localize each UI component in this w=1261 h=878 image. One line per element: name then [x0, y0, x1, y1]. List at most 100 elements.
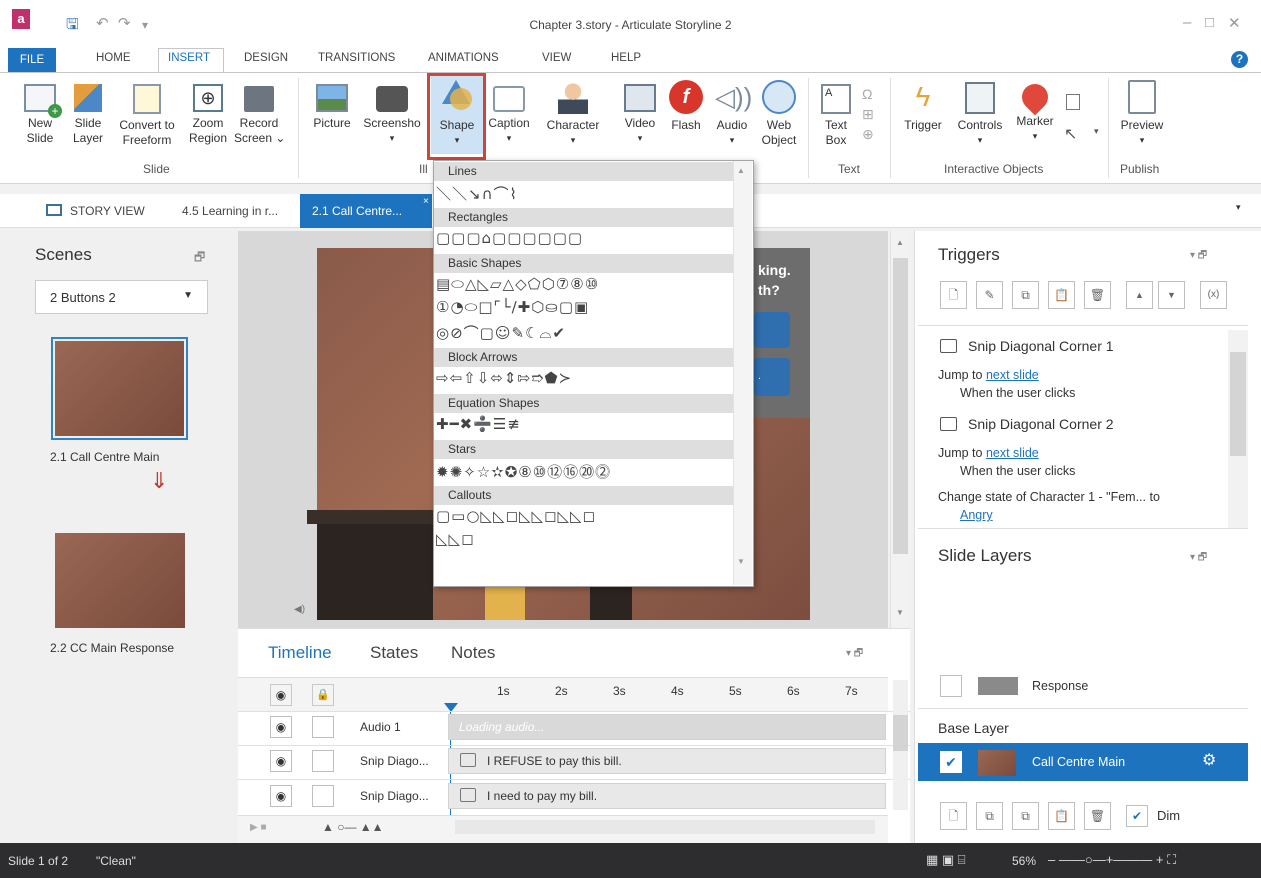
record-screen-button[interactable]: Record Screen ⌄	[234, 80, 285, 146]
tab-notes[interactable]: Notes	[451, 643, 495, 663]
equation-shapes-row[interactable]: ✚━✖➗☰≢	[436, 415, 521, 433]
layer-name[interactable]: Response	[1032, 679, 1088, 693]
convert-to-freeform-button[interactable]: Convert to Freeform	[114, 80, 180, 148]
row-name[interactable]: Snip Diago...	[360, 789, 429, 803]
gear-icon[interactable]: ⚙	[1202, 750, 1216, 770]
trigger-action[interactable]: Change state of Character 1 - "Fem... to	[938, 490, 1160, 504]
move-down-button[interactable]: ▼	[1158, 281, 1185, 309]
lock-toggle[interactable]	[312, 750, 334, 772]
controls-button[interactable]: Controls ▾	[950, 80, 1010, 148]
tab-overflow-icon[interactable]: ▾	[1236, 202, 1241, 213]
trigger-object-name[interactable]: Snip Diagonal Corner 1	[968, 338, 1114, 354]
copy-layer-button[interactable]: ⧉	[1012, 802, 1039, 830]
tab-insert[interactable]: INSERT	[168, 52, 210, 64]
scroll-up-icon[interactable]: ▲	[737, 166, 745, 175]
character-button[interactable]: Character ▾	[540, 80, 606, 148]
slide-button-1[interactable]	[754, 312, 790, 348]
slide-layer-button[interactable]: Slide Layer	[70, 80, 106, 146]
minimize-button[interactable]: –	[1183, 14, 1191, 31]
tab-file[interactable]: FILE	[8, 48, 56, 72]
audio-track[interactable]: Loading audio...	[448, 714, 886, 740]
panel-options-icon[interactable]: ▾ 🗗	[1190, 248, 1207, 265]
trigger-action[interactable]: Jump to next slide	[938, 368, 1039, 382]
lock-toggle[interactable]	[312, 785, 334, 807]
visibility-toggle[interactable]: ◉	[270, 750, 292, 772]
variables-button[interactable]: (x)	[1200, 281, 1227, 309]
tab-design[interactable]: DESIGN	[244, 52, 288, 64]
view-toggle-icons[interactable]: ▦ ▣ ⌸	[926, 852, 966, 868]
move-up-button[interactable]: ▲	[1126, 281, 1153, 309]
trigger-button[interactable]: ϟ Trigger	[898, 80, 948, 133]
delete-layer-button[interactable]: 🗑	[1084, 802, 1111, 830]
paste-layer-button[interactable]: 📋	[1048, 802, 1075, 830]
timeline-hscroll[interactable]	[455, 820, 875, 834]
text-box-button[interactable]: A Text Box	[816, 80, 856, 148]
base-layer-checkbox[interactable]: ✔	[940, 751, 962, 773]
visibility-toggle[interactable]: ◉	[270, 716, 292, 738]
new-layer-button[interactable]: 🗋	[940, 802, 967, 830]
play-icon[interactable]: ▶ ■	[250, 822, 267, 833]
copy-trigger-button[interactable]: ⧉	[1012, 281, 1039, 309]
scrollbar-thumb[interactable]	[893, 258, 908, 554]
tab-timeline[interactable]: Timeline	[268, 643, 332, 663]
help-icon[interactable]: ?	[1231, 51, 1248, 68]
more-dropdown-icon[interactable]: ▾	[1094, 126, 1099, 137]
close-button[interactable]: ✕	[1228, 14, 1241, 32]
marker-button[interactable]: Marker ▾	[1012, 78, 1058, 144]
new-trigger-button[interactable]: 🗋	[940, 281, 967, 309]
block-arrows-row[interactable]: ⇨⇦⇧⇩⬄⇕⇰➱⬟≻	[436, 369, 572, 387]
callouts-row[interactable]: ▢▭○◺◺◻◺◺◻◺◺◻	[436, 507, 596, 525]
dim-checkbox[interactable]: ✔	[1126, 805, 1148, 827]
edit-trigger-button[interactable]: ✎	[976, 281, 1003, 309]
scroll-down-icon[interactable]: ▼	[737, 557, 745, 566]
trigger-action[interactable]: Jump to next slide	[938, 446, 1039, 460]
trigger-object-name[interactable]: Snip Diagonal Corner 2	[968, 416, 1114, 432]
tab-animations[interactable]: ANIMATIONS	[428, 52, 499, 64]
scroll-up-icon[interactable]: ▲	[896, 238, 904, 247]
panel-options-icon[interactable]: ▾ 🗗	[1190, 550, 1207, 567]
lines-row[interactable]: ＼＼↘∩⌒⌇	[436, 183, 518, 204]
timeline-vscroll-thumb[interactable]	[893, 715, 908, 751]
duplicate-layer-button[interactable]: ⧉	[976, 802, 1003, 830]
tab-help[interactable]: HELP	[611, 52, 641, 64]
maximize-button[interactable]: □	[1205, 14, 1214, 31]
tab-states[interactable]: States	[370, 643, 418, 663]
lock-all-icon[interactable]: 🔒	[312, 684, 334, 706]
panel-options-icon[interactable]: ▾ 🗗	[846, 646, 863, 663]
symbol-icon[interactable]: Ω ⊞ ⊕	[862, 84, 874, 144]
visibility-toggle[interactable]: ◉	[270, 785, 292, 807]
new-slide-button[interactable]: + New Slide	[20, 80, 62, 146]
shape-track[interactable]: I REFUSE to pay this bill.	[448, 748, 886, 774]
scene-select[interactable]: 2 Buttons 2 ▼	[35, 280, 208, 314]
basic-shapes-row[interactable]: ▤⬭△◺▱△◇⬠⬡⑦⑧⑩	[436, 275, 599, 293]
trigger-target-link[interactable]: next slide	[986, 446, 1039, 460]
hotspot-icon[interactable]	[1066, 94, 1080, 110]
tab-learning[interactable]: 4.5 Learning in r...	[182, 204, 278, 218]
slide-thumb-1[interactable]	[51, 337, 188, 440]
paste-trigger-button[interactable]: 📋	[1048, 281, 1075, 309]
base-layer-name[interactable]: Call Centre Main	[1032, 755, 1125, 769]
callouts-row[interactable]: ◺◺◻	[436, 530, 475, 548]
rectangles-row[interactable]: ▢▢▢⌂▢▢▢▢▢▢	[436, 229, 583, 247]
tab-story-view[interactable]: STORY VIEW	[70, 204, 145, 218]
slide-thumb-2[interactable]	[55, 533, 185, 628]
trigger-condition[interactable]: When the user clicks	[960, 386, 1075, 400]
close-tab-icon[interactable]: ×	[423, 196, 429, 207]
tab-transitions[interactable]: TRANSITIONS	[318, 52, 395, 64]
zoom-slider[interactable]: – ——○—+——— + ⛶	[1048, 852, 1176, 868]
picture-button[interactable]: Picture	[310, 80, 354, 131]
cursor-icon[interactable]: ↖	[1064, 124, 1077, 144]
basic-shapes-row[interactable]: ①◔⬭□⌜└∕✚⬡⛀▢▣	[436, 298, 589, 316]
tab-call-centre[interactable]: 2.1 Call Centre...	[312, 204, 402, 218]
trigger-target-link[interactable]: next slide	[986, 368, 1039, 382]
dropdown-scrollbar[interactable]	[733, 161, 752, 585]
zoom-slider[interactable]: ▲ ○— ▲▲	[322, 820, 384, 834]
triggers-scroll-thumb[interactable]	[1230, 352, 1246, 456]
scroll-down-icon[interactable]: ▼	[896, 608, 904, 617]
audio-button[interactable]: ◁)) Audio ▾	[710, 80, 754, 148]
show-all-icon[interactable]: ◉	[270, 684, 292, 706]
row-name[interactable]: Snip Diago...	[360, 754, 429, 768]
shape-track[interactable]: I need to pay my bill.	[448, 783, 886, 809]
delete-trigger-button[interactable]: 🗑	[1084, 281, 1111, 309]
row-name[interactable]: Audio 1	[360, 720, 401, 734]
